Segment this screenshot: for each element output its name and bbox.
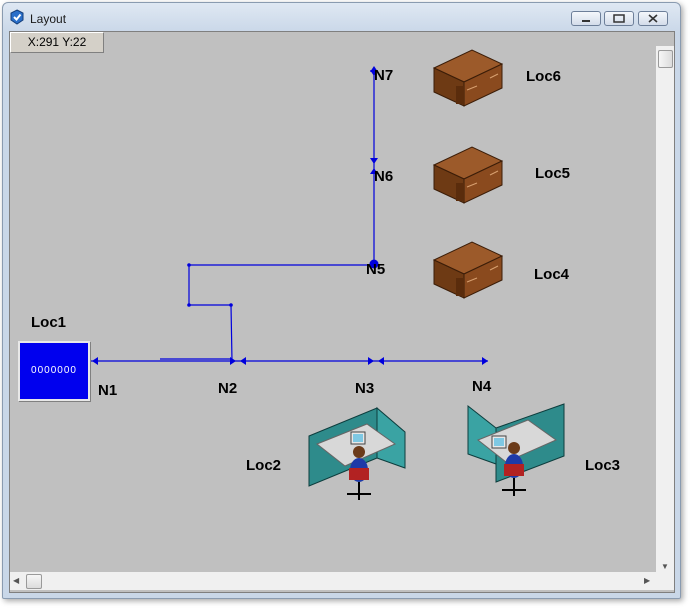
loc5-label: Loc5 <box>535 165 571 182</box>
node-n1-label[interactable]: N1 <box>98 382 117 399</box>
scroll-right-icon[interactable]: ▶ <box>644 576 650 585</box>
node-n5-label[interactable]: N5 <box>366 261 385 278</box>
layout-window: Layout X:291 Y:22 Loc1 0000000 Loc6 Loc5… <box>2 2 681 599</box>
layout-canvas[interactable]: X:291 Y:22 Loc1 0000000 Loc6 Loc5 Loc4 L… <box>9 31 675 593</box>
loc6-label: Loc6 <box>526 68 562 85</box>
node-n2-label[interactable]: N2 <box>218 380 237 397</box>
loc1-display: 0000000 <box>31 365 77 376</box>
title-bar[interactable]: Layout <box>3 3 680 31</box>
vertical-scrollbar[interactable]: ▼ <box>656 46 674 576</box>
maximize-icon <box>613 14 625 23</box>
loc1-label: Loc1 <box>31 314 67 331</box>
horizontal-scroll-thumb[interactable] <box>26 574 42 589</box>
cubicle-workstation-icon[interactable] <box>466 402 566 500</box>
loc1-box[interactable]: 0000000 <box>18 341 90 401</box>
node-n3-label[interactable]: N3 <box>355 380 374 397</box>
desk-icon[interactable] <box>432 48 504 110</box>
loc2-label: Loc2 <box>246 457 282 474</box>
node-n7-label[interactable]: N7 <box>374 67 393 84</box>
scroll-down-icon[interactable]: ▼ <box>661 562 669 571</box>
minimize-button[interactable] <box>571 11 601 26</box>
node-n6-label[interactable]: N6 <box>374 168 393 185</box>
desk-icon[interactable] <box>432 240 504 302</box>
horizontal-scrollbar[interactable]: ◀ ▶ <box>10 572 656 590</box>
window-title: Layout <box>30 12 67 26</box>
resize-grip[interactable] <box>656 572 674 590</box>
node-n4-label[interactable]: N4 <box>472 378 491 395</box>
close-icon <box>648 14 658 23</box>
loc3-label: Loc3 <box>585 457 621 474</box>
close-button[interactable] <box>638 11 668 26</box>
vertical-scroll-thumb[interactable] <box>658 50 673 68</box>
app-icon <box>10 9 24 25</box>
desk-icon[interactable] <box>432 145 504 207</box>
scroll-left-icon[interactable]: ◀ <box>13 576 19 585</box>
minimize-icon <box>582 20 590 22</box>
cubicle-workstation-icon[interactable] <box>307 406 407 504</box>
maximize-button[interactable] <box>604 11 634 26</box>
loc4-label: Loc4 <box>534 266 570 283</box>
